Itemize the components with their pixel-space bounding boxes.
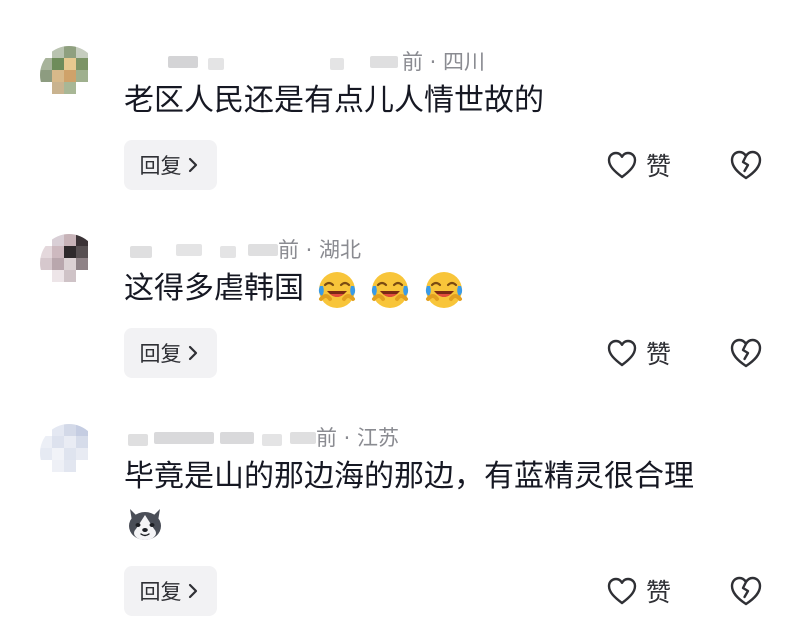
username-redacted	[130, 246, 152, 258]
comment-text-body: 这得多虐韩国	[124, 271, 304, 306]
comment-emoji-line	[124, 502, 166, 545]
comment-time-location: 前 · 湖北	[278, 238, 362, 262]
like-button[interactable]: 赞	[606, 566, 671, 616]
comment-time-location: 前 · 四川	[402, 50, 486, 74]
husky-dog-emoji	[129, 508, 161, 540]
comment-text: 毕竟是山的那边海的那边，有蓝精灵很合理	[124, 456, 694, 498]
like-button[interactable]: 赞	[606, 328, 671, 378]
like-label: 赞	[646, 578, 672, 607]
broken-heart-icon	[730, 576, 762, 606]
reply-label: 回复	[139, 580, 182, 604]
like-label: 赞	[646, 152, 672, 181]
heart-outline-icon	[607, 339, 637, 367]
reply-label: 回复	[139, 342, 182, 366]
broken-heart-icon	[730, 338, 762, 368]
reply-button[interactable]: 回复	[124, 140, 217, 190]
like-label: 赞	[646, 340, 672, 369]
avatar[interactable]	[40, 424, 98, 482]
chevron-right-icon	[188, 157, 197, 173]
heart-outline-icon	[607, 151, 637, 179]
comment-meta: 前 · 江苏	[124, 420, 724, 450]
comment-meta: 前 · 湖北	[124, 232, 724, 262]
username-redacted	[128, 434, 148, 446]
dislike-button[interactable]	[728, 140, 764, 190]
comment-time-location: 前 · 江苏	[316, 426, 400, 450]
dislike-button[interactable]	[728, 566, 764, 616]
username-redacted	[168, 56, 198, 68]
reply-label: 回复	[139, 154, 182, 178]
crying-laughing-emoji	[425, 271, 462, 308]
comment-text: 这得多虐韩国	[124, 268, 465, 311]
broken-heart-icon	[730, 150, 762, 180]
heart-outline-icon	[607, 577, 637, 605]
like-button[interactable]: 赞	[606, 140, 671, 190]
chevron-right-icon	[188, 345, 197, 361]
chevron-right-icon	[188, 583, 197, 599]
comment-meta: 前 · 四川	[124, 44, 724, 74]
avatar[interactable]	[40, 46, 98, 104]
avatar[interactable]	[40, 234, 98, 292]
crying-laughing-emoji	[371, 271, 409, 308]
comment-text-body: 毕竟是山的那边海的那边，有蓝精灵很合理	[124, 459, 694, 494]
dislike-button[interactable]	[728, 328, 764, 378]
comment-text: 老区人民还是有点儿人情世故的	[124, 80, 544, 122]
reply-button[interactable]: 回复	[124, 566, 217, 616]
reply-button[interactable]: 回复	[124, 328, 217, 378]
crying-laughing-emoji	[318, 271, 355, 308]
comment-text-body: 老区人民还是有点儿人情世故的	[124, 83, 544, 118]
